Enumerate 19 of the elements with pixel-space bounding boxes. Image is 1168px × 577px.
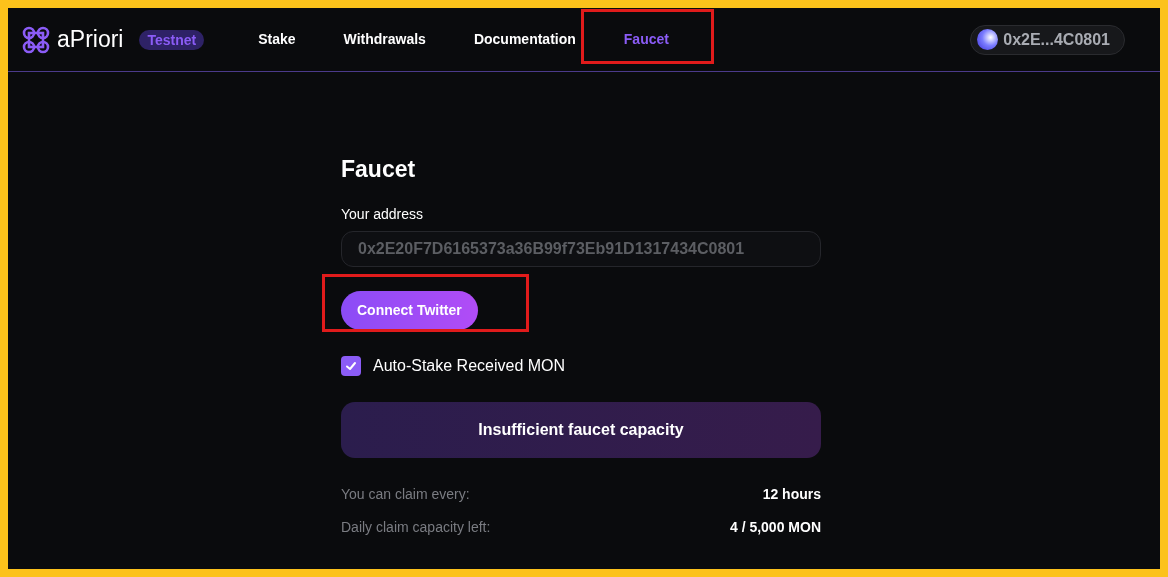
connect-twitter-button[interactable]: Connect Twitter [341, 290, 478, 330]
info-value: 12 hours [762, 484, 821, 504]
wallet-button[interactable]: 0x2E...4C0801 [970, 24, 1125, 55]
check-icon [345, 359, 357, 372]
nav-link[interactable]: Stake [237, 29, 317, 50]
nav-link[interactable]: Faucet [602, 29, 690, 50]
info-value: 4 / 5,000 MON [729, 517, 821, 537]
field-label: Your address [341, 204, 424, 224]
checkbox[interactable] [341, 355, 361, 376]
nav-link[interactable]: Documentation [452, 29, 597, 50]
info-label: Daily claim capacity left: [341, 517, 491, 537]
info-label: You can claim every: [341, 484, 470, 504]
nav-link[interactable]: Withdrawals [322, 29, 447, 50]
checkbox-label: Auto-Stake Received MON [373, 355, 566, 376]
network-badge: Testnet [139, 29, 205, 50]
logo-icon [21, 24, 51, 55]
avatar-icon [977, 29, 999, 50]
page-title: Faucet [341, 155, 417, 184]
brand-name: aPriori [57, 25, 124, 55]
